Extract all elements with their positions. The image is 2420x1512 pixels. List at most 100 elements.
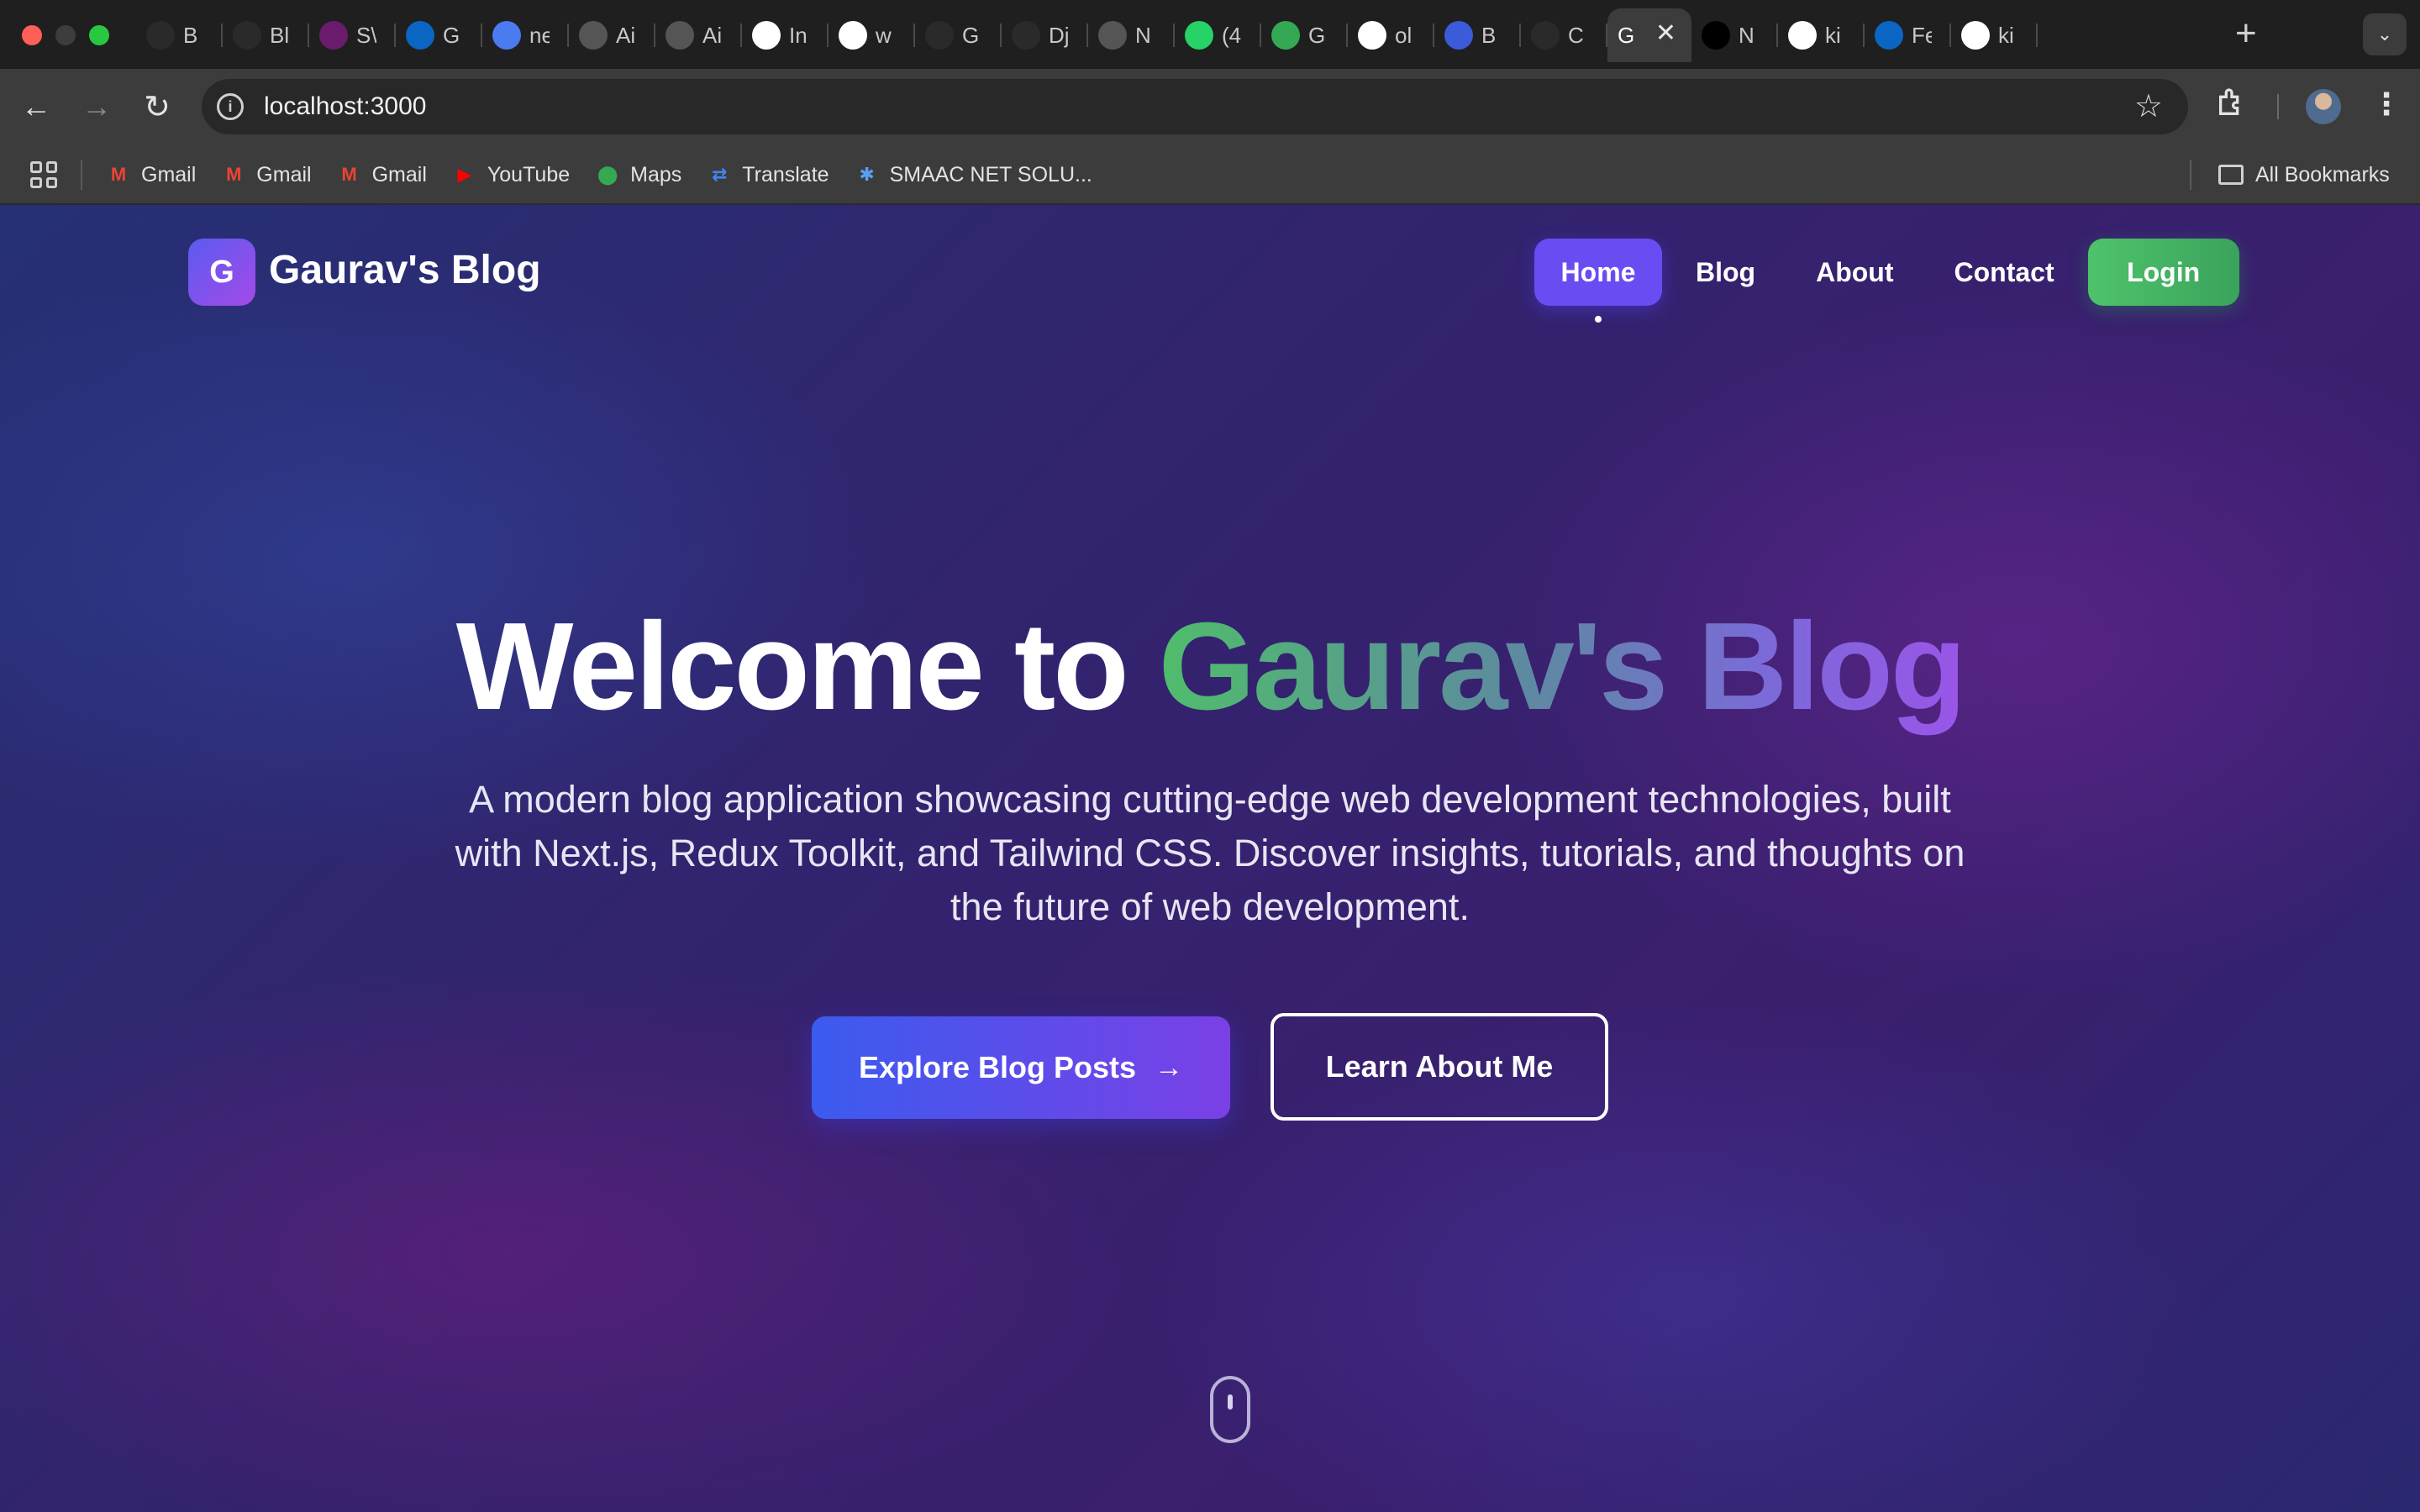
tab-title: G: [962, 22, 980, 48]
nav-about-link[interactable]: About: [1816, 257, 1893, 288]
browser-tab[interactable]: ki: [1778, 8, 1865, 62]
nav-blog-link[interactable]: Blog: [1696, 257, 1755, 288]
stack-logo-icon: [1531, 21, 1560, 50]
maps-icon: ⬤: [597, 164, 618, 185]
github-icon: [1788, 21, 1817, 50]
login-button[interactable]: Login: [2087, 239, 2239, 306]
browser-tab[interactable]: Dj: [1002, 8, 1088, 62]
circle-logo-icon: [666, 21, 694, 50]
active-indicator-dot: [1595, 316, 1602, 323]
logo-text[interactable]: Gaurav's Blog: [269, 247, 541, 293]
close-window-button[interactable]: [22, 25, 42, 45]
browser-tab[interactable]: G: [396, 8, 482, 62]
bookmark-item[interactable]: ▶ YouTube: [452, 162, 570, 187]
profile-avatar[interactable]: [2306, 89, 2341, 124]
google-icon: [1358, 21, 1386, 50]
new-tab-button[interactable]: +: [2235, 12, 2257, 55]
bookmark-item[interactable]: M Gmail: [221, 162, 311, 187]
explore-blog-posts-button[interactable]: Explore Blog Posts →: [812, 1016, 1230, 1119]
notion-icon: [1702, 21, 1730, 50]
gmail-icon: M: [226, 164, 242, 185]
browser-tab[interactable]: ne: [482, 8, 569, 62]
bookmark-item[interactable]: ⇄ Translate: [707, 162, 829, 187]
bookmark-star-icon[interactable]: ☆: [2134, 87, 2163, 125]
browser-tab[interactable]: ol: [1348, 8, 1434, 62]
browser-tab[interactable]: Bl: [223, 8, 309, 62]
tab-title: ki: [1825, 22, 1841, 48]
browser-tab[interactable]: Fe: [1865, 8, 1951, 62]
bookmarks-bar: M Gmail M Gmail M Gmail ▶ YouTube ⬤ Maps ⇄ Translat…: [0, 144, 2420, 205]
learn-about-me-button[interactable]: Learn About Me: [1270, 1013, 1608, 1121]
tab-title: In: [789, 22, 808, 48]
nav-contact-link[interactable]: Contact: [1954, 257, 2054, 288]
tab-title: G: [1308, 22, 1326, 48]
tab-search-button[interactable]: ⌄: [2363, 13, 2407, 55]
scroll-mouse-icon[interactable]: [1210, 1376, 1250, 1443]
nav-home-link[interactable]: Home: [1534, 239, 1662, 323]
youtube-icon: ▶: [457, 164, 472, 185]
close-tab-icon[interactable]: ✕: [1655, 18, 1676, 48]
browser-tab[interactable]: G: [1261, 8, 1348, 62]
tab-title: B: [183, 22, 198, 48]
bookmark-list: M Gmail M Gmail M Gmail ▶ YouTube ⬤ Maps ⇄ Translat…: [106, 144, 1118, 205]
browser-tab[interactable]: G: [915, 8, 1002, 62]
info-icon: [752, 21, 781, 50]
browser-tab[interactable]: Ai: [655, 8, 742, 62]
gmail-icon: M: [110, 164, 127, 185]
browser-tab[interactable]: N: [1691, 8, 1778, 62]
browser-tab[interactable]: C: [1521, 8, 1607, 62]
hero-title-plain: Welcome to: [455, 597, 1159, 736]
browser-tab[interactable]: S\: [309, 8, 396, 62]
extensions-icon[interactable]: [2215, 86, 2249, 119]
all-bookmarks-button[interactable]: All Bookmarks: [2218, 144, 2390, 205]
browser-menu-icon[interactable]: ⋮: [2371, 87, 2402, 121]
url-text[interactable]: localhost:3000: [264, 92, 426, 121]
browser-tab[interactable]: B: [136, 8, 223, 62]
bookmark-item[interactable]: ⬤ Maps: [595, 162, 681, 187]
tab-list: B Bl S\ Gne Ai Ai In w G Dj N (4 Gol B C G ✕ Nki Fe ki: [136, 8, 2038, 62]
circle-logo-icon: [579, 21, 608, 50]
browser-tab[interactable]: (4: [1175, 8, 1261, 62]
toolbar-divider: [2277, 94, 2279, 119]
tab-title: N: [1739, 22, 1754, 48]
browser-tab[interactable]: G ✕: [1607, 8, 1691, 62]
bookmark-item[interactable]: M Gmail: [337, 162, 426, 187]
forward-button[interactable]: →: [77, 87, 116, 126]
browser-tab[interactable]: N: [1088, 8, 1175, 62]
linkedin-icon: [406, 21, 434, 50]
tab-title: B: [1481, 22, 1497, 48]
tab-title: Ai: [616, 22, 636, 48]
site-info-icon[interactable]: i: [217, 93, 244, 120]
tab-title: Dj: [1049, 22, 1069, 48]
bookmarks-divider: [81, 160, 82, 190]
crown-icon: [319, 21, 348, 50]
bookmark-item[interactable]: ✱ SMAAC NET SOLU...: [855, 162, 1092, 187]
browser-tab[interactable]: w: [829, 8, 915, 62]
tab-title: G: [443, 22, 460, 48]
tab-title: Bl: [270, 22, 290, 48]
gmail-icon: M: [341, 164, 357, 185]
bookmark-item[interactable]: M Gmail: [106, 162, 196, 187]
tab-title: Fe: [1912, 22, 1932, 48]
logo-badge[interactable]: G: [188, 239, 255, 306]
apps-grid-icon[interactable]: [30, 161, 57, 188]
meet-icon: [1271, 21, 1300, 50]
browser-tab[interactable]: B: [1434, 8, 1521, 62]
gear-icon: ✱: [859, 164, 875, 185]
scroll-wheel: [1228, 1394, 1233, 1410]
tab-title: C: [1568, 22, 1584, 48]
reload-button[interactable]: ↻: [138, 87, 176, 126]
hero-description: A modern blog application showcasing cut…: [455, 778, 1965, 928]
minimize-window-button[interactable]: [55, 25, 76, 45]
tab-title: w: [876, 22, 892, 48]
linkedin-icon: [1875, 21, 1903, 50]
browser-tab[interactable]: Ai: [569, 8, 655, 62]
browser-tab[interactable]: ki: [1951, 8, 2038, 62]
page-viewport: G Gaurav's Blog Home Blog About Contact …: [0, 205, 2420, 1512]
browser-tab[interactable]: In: [742, 8, 829, 62]
maximize-window-button[interactable]: [89, 25, 109, 45]
address-bar[interactable]: i localhost:3000 ☆: [202, 79, 2188, 134]
chrome-icon: [1098, 21, 1127, 50]
docs-icon: [492, 21, 521, 50]
back-button[interactable]: ←: [17, 87, 55, 126]
